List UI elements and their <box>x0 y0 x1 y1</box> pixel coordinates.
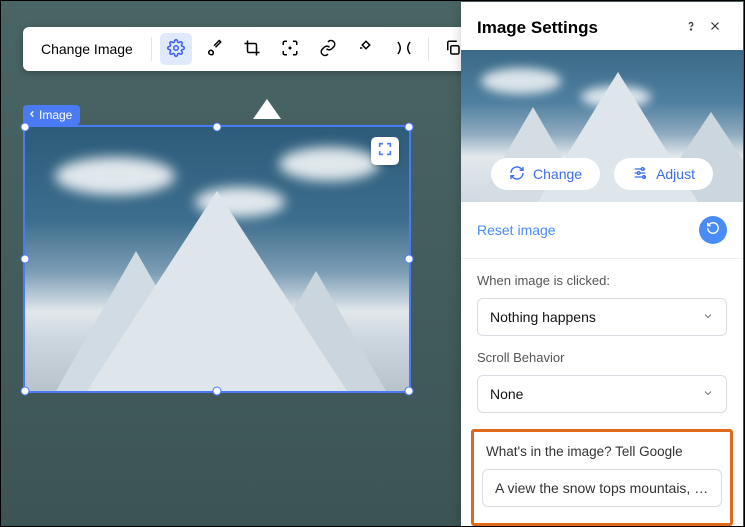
link-icon <box>319 39 337 60</box>
breadcrumb[interactable]: Image <box>23 105 80 125</box>
scroll-behavior-section: Scroll Behavior None <box>461 336 743 413</box>
change-button-label: Change <box>533 166 582 182</box>
settings-button[interactable] <box>160 33 192 65</box>
revert-button[interactable] <box>699 216 727 244</box>
adjust-button-label: Adjust <box>656 166 695 182</box>
sliders-icon <box>632 165 648 184</box>
alt-text-label: What's in the image? Tell Google <box>482 444 722 459</box>
panel-title: Image Settings <box>477 18 679 38</box>
crop-button[interactable] <box>236 33 268 65</box>
change-image-button[interactable]: Change Image <box>31 33 143 65</box>
chevron-down-icon <box>702 386 714 402</box>
resize-handle[interactable] <box>213 387 222 396</box>
image-frame[interactable] <box>23 125 411 393</box>
resize-handle[interactable] <box>213 123 222 132</box>
divider <box>428 37 429 61</box>
close-icon <box>708 19 722 38</box>
animation-button[interactable] <box>350 33 382 65</box>
image-content <box>25 127 409 391</box>
stretch-icon <box>395 39 413 60</box>
click-behavior-section: When image is clicked: Nothing happens <box>461 259 743 336</box>
expand-image-button[interactable] <box>371 137 399 165</box>
resize-handle[interactable] <box>21 255 30 264</box>
gear-icon <box>167 39 185 60</box>
focal-point-icon <box>281 39 299 60</box>
brush-button[interactable] <box>198 33 230 65</box>
panel-header: Image Settings <box>461 2 743 50</box>
link-button[interactable] <box>312 33 344 65</box>
crop-icon <box>243 39 261 60</box>
close-panel-button[interactable] <box>703 16 727 40</box>
alt-text-input[interactable] <box>482 469 722 507</box>
expand-icon <box>377 141 393 162</box>
animation-icon <box>357 39 375 60</box>
image-preview: Change Adjust <box>461 50 743 202</box>
chevron-down-icon <box>702 309 714 325</box>
stretch-button[interactable] <box>388 33 420 65</box>
help-icon <box>684 19 698 38</box>
scroll-behavior-value: None <box>490 386 523 402</box>
chevron-left-icon <box>27 108 37 122</box>
brush-icon <box>205 39 223 60</box>
speech-pointer <box>253 99 281 119</box>
divider <box>151 37 152 61</box>
alt-text-section: What's in the image? Tell Google <box>471 429 733 526</box>
copy-icon <box>444 39 462 60</box>
undo-icon <box>706 221 720 240</box>
image-settings-panel: Image Settings Change <box>461 2 743 526</box>
resize-handle[interactable] <box>405 387 414 396</box>
click-behavior-label: When image is clicked: <box>477 273 727 288</box>
reset-image-link[interactable]: Reset image <box>477 222 699 238</box>
breadcrumb-label: Image <box>39 108 72 122</box>
resize-handle[interactable] <box>405 123 414 132</box>
resize-handle[interactable] <box>21 387 30 396</box>
resize-handle[interactable] <box>21 123 30 132</box>
adjust-button[interactable]: Adjust <box>614 158 713 190</box>
refresh-icon <box>509 165 525 184</box>
scroll-behavior-label: Scroll Behavior <box>477 350 727 365</box>
change-button[interactable]: Change <box>491 158 600 190</box>
element-toolbar: Change Image <box>23 27 477 71</box>
click-behavior-select[interactable]: Nothing happens <box>477 298 727 336</box>
scroll-behavior-select[interactable]: None <box>477 375 727 413</box>
focal-point-button[interactable] <box>274 33 306 65</box>
help-button[interactable] <box>679 16 703 40</box>
click-behavior-value: Nothing happens <box>490 309 596 325</box>
resize-handle[interactable] <box>405 255 414 264</box>
